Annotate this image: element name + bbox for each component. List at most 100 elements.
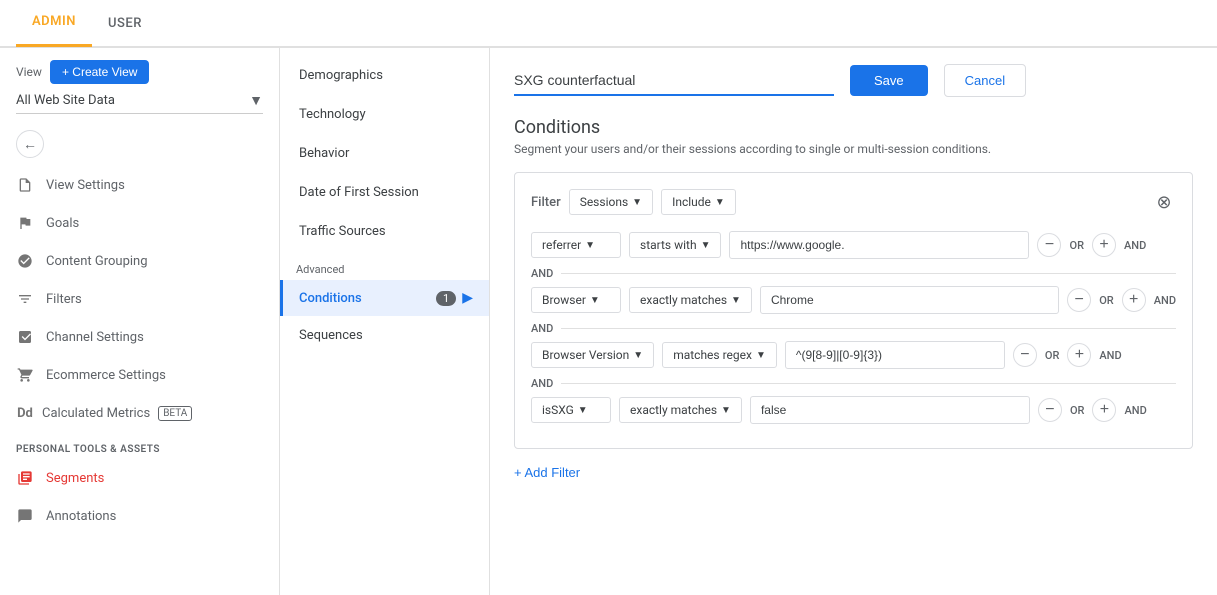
- flag-icon: [16, 214, 34, 232]
- advanced-section-label: Advanced: [280, 251, 489, 280]
- beta-badge: BETA: [158, 406, 192, 421]
- include-chevron-icon: ▼: [715, 197, 725, 208]
- middle-item-sequences[interactable]: Sequences: [280, 316, 489, 355]
- sidebar-item-label-segments: Segments: [46, 471, 104, 486]
- and-connector-2: AND: [531, 322, 553, 335]
- remove-filter-2[interactable]: −: [1067, 288, 1091, 312]
- dimension-value-2: Browser: [542, 293, 586, 307]
- tab-user[interactable]: USER: [92, 0, 158, 47]
- filter-row-3: Browser Version ▼ matches regex ▼ − OR +…: [531, 341, 1176, 369]
- operator-value-1: starts with: [640, 238, 697, 252]
- view-label: View: [16, 65, 42, 79]
- personal-tools-header: PERSONAL TOOLS & ASSETS: [0, 432, 279, 459]
- dimension-dropdown-2[interactable]: Browser ▼: [531, 287, 621, 313]
- dimension-dropdown-4[interactable]: isSXG ▼: [531, 397, 611, 423]
- remove-filter-3[interactable]: −: [1013, 343, 1037, 367]
- or-label-3: OR: [1045, 349, 1060, 362]
- operator-dropdown-4[interactable]: exactly matches ▼: [619, 397, 742, 423]
- operator-dropdown-2[interactable]: exactly matches ▼: [629, 287, 752, 313]
- segment-name-input[interactable]: [514, 66, 834, 96]
- conditions-label: Conditions: [299, 291, 362, 306]
- calc-icon: Dd: [16, 404, 34, 422]
- dimension-value-3: Browser Version: [542, 348, 629, 362]
- save-button[interactable]: Save: [850, 65, 928, 96]
- filter-value-input-1[interactable]: [729, 231, 1029, 259]
- middle-item-behavior[interactable]: Behavior: [280, 134, 489, 173]
- dim-chevron-icon-3: ▼: [633, 350, 643, 361]
- or-add-4[interactable]: +: [1092, 398, 1116, 422]
- middle-item-demographics[interactable]: Demographics: [280, 56, 489, 95]
- or-add-2[interactable]: +: [1122, 288, 1146, 312]
- filter-value-input-3[interactable]: [785, 341, 1005, 369]
- sidebar-item-label-calculated-metrics: Calculated Metrics: [42, 406, 150, 421]
- sidebar-item-segments[interactable]: Segments: [0, 459, 279, 497]
- sidebar-item-label-channel-settings: Channel Settings: [46, 330, 144, 345]
- sidebar-item-content-grouping[interactable]: Content Grouping: [0, 242, 279, 280]
- middle-item-date-of-first-session[interactable]: Date of First Session: [280, 173, 489, 212]
- middle-item-technology[interactable]: Technology: [280, 95, 489, 134]
- create-view-button[interactable]: + Create View: [50, 60, 150, 84]
- conditions-title: Conditions: [514, 117, 1193, 138]
- channel-icon: [16, 328, 34, 346]
- and-separator-2: AND: [531, 322, 1176, 335]
- back-button[interactable]: ←: [16, 130, 44, 158]
- top-nav: ADMIN USER: [0, 0, 1217, 48]
- conditions-badge: 1: [436, 291, 456, 306]
- and-label-3: AND: [1099, 349, 1121, 362]
- add-filter-button[interactable]: + Add Filter: [514, 461, 580, 484]
- segments-icon: [16, 469, 34, 487]
- sidebar-item-calculated-metrics[interactable]: Dd Calculated Metrics BETA: [0, 394, 279, 432]
- dimension-dropdown-3[interactable]: Browser Version ▼: [531, 342, 654, 368]
- sessions-dropdown[interactable]: Sessions ▼: [569, 189, 653, 215]
- dimension-dropdown-1[interactable]: referrer ▼: [531, 232, 621, 258]
- filter-close-icon[interactable]: ⊗: [1152, 190, 1176, 214]
- operator-value-2: exactly matches: [640, 293, 727, 307]
- filter-value-input-2[interactable]: [760, 286, 1059, 314]
- remove-filter-4[interactable]: −: [1038, 398, 1062, 422]
- filter-box: Filter Sessions ▼ Include ▼ ⊗ referrer: [514, 172, 1193, 449]
- filter-icon: [16, 290, 34, 308]
- sidebar-item-label-annotations: Annotations: [46, 509, 116, 524]
- left-sidebar: View + Create View All Web Site Data ▼ ←…: [0, 48, 280, 595]
- or-add-1[interactable]: +: [1092, 233, 1116, 257]
- or-label-4: OR: [1070, 404, 1085, 417]
- dim-chevron-icon-4: ▼: [578, 405, 588, 416]
- cancel-button[interactable]: Cancel: [944, 64, 1026, 97]
- view-select-value[interactable]: All Web Site Data: [16, 93, 249, 108]
- remove-filter-1[interactable]: −: [1037, 233, 1061, 257]
- tab-admin[interactable]: ADMIN: [16, 0, 92, 47]
- filter-value-input-4[interactable]: [750, 396, 1030, 424]
- filter-row-1: referrer ▼ starts with ▼ − OR + AND: [531, 231, 1176, 259]
- sidebar-item-annotations[interactable]: Annotations: [0, 497, 279, 535]
- include-dropdown[interactable]: Include ▼: [661, 189, 736, 215]
- right-panel: Save Cancel Conditions Segment your user…: [490, 48, 1217, 595]
- sidebar-item-goals[interactable]: Goals: [0, 204, 279, 242]
- op-chevron-icon-3: ▼: [756, 350, 766, 361]
- annotations-icon: [16, 507, 34, 525]
- view-select-chevron[interactable]: ▼: [249, 92, 263, 109]
- dimension-value-4: isSXG: [542, 403, 574, 417]
- op-chevron-icon-4: ▼: [721, 405, 731, 416]
- conditions-arrow-icon: ▶: [462, 290, 473, 306]
- doc-icon: [16, 176, 34, 194]
- middle-item-traffic-sources[interactable]: Traffic Sources: [280, 212, 489, 251]
- and-connector-1: AND: [531, 267, 553, 280]
- sidebar-item-view-settings[interactable]: View Settings: [0, 166, 279, 204]
- or-add-3[interactable]: +: [1067, 343, 1091, 367]
- middle-item-conditions[interactable]: Conditions 1 ▶: [280, 280, 489, 316]
- dim-chevron-icon-2: ▼: [590, 295, 600, 306]
- and-label-1: AND: [1124, 239, 1146, 252]
- or-label-1: OR: [1069, 239, 1084, 252]
- and-separator-3: AND: [531, 377, 1176, 390]
- operator-dropdown-1[interactable]: starts with ▼: [629, 232, 721, 258]
- and-label-4: AND: [1124, 404, 1146, 417]
- sidebar-item-channel-settings[interactable]: Channel Settings: [0, 318, 279, 356]
- sidebar-item-filters[interactable]: Filters: [0, 280, 279, 318]
- op-chevron-icon-1: ▼: [701, 240, 711, 251]
- operator-dropdown-3[interactable]: matches regex ▼: [662, 342, 777, 368]
- operator-value-3: matches regex: [673, 348, 752, 362]
- sidebar-item-ecommerce-settings[interactable]: Ecommerce Settings: [0, 356, 279, 394]
- conditions-subtitle: Segment your users and/or their sessions…: [514, 142, 1193, 156]
- include-value: Include: [672, 195, 711, 209]
- sidebar-item-label-content-grouping: Content Grouping: [46, 254, 148, 269]
